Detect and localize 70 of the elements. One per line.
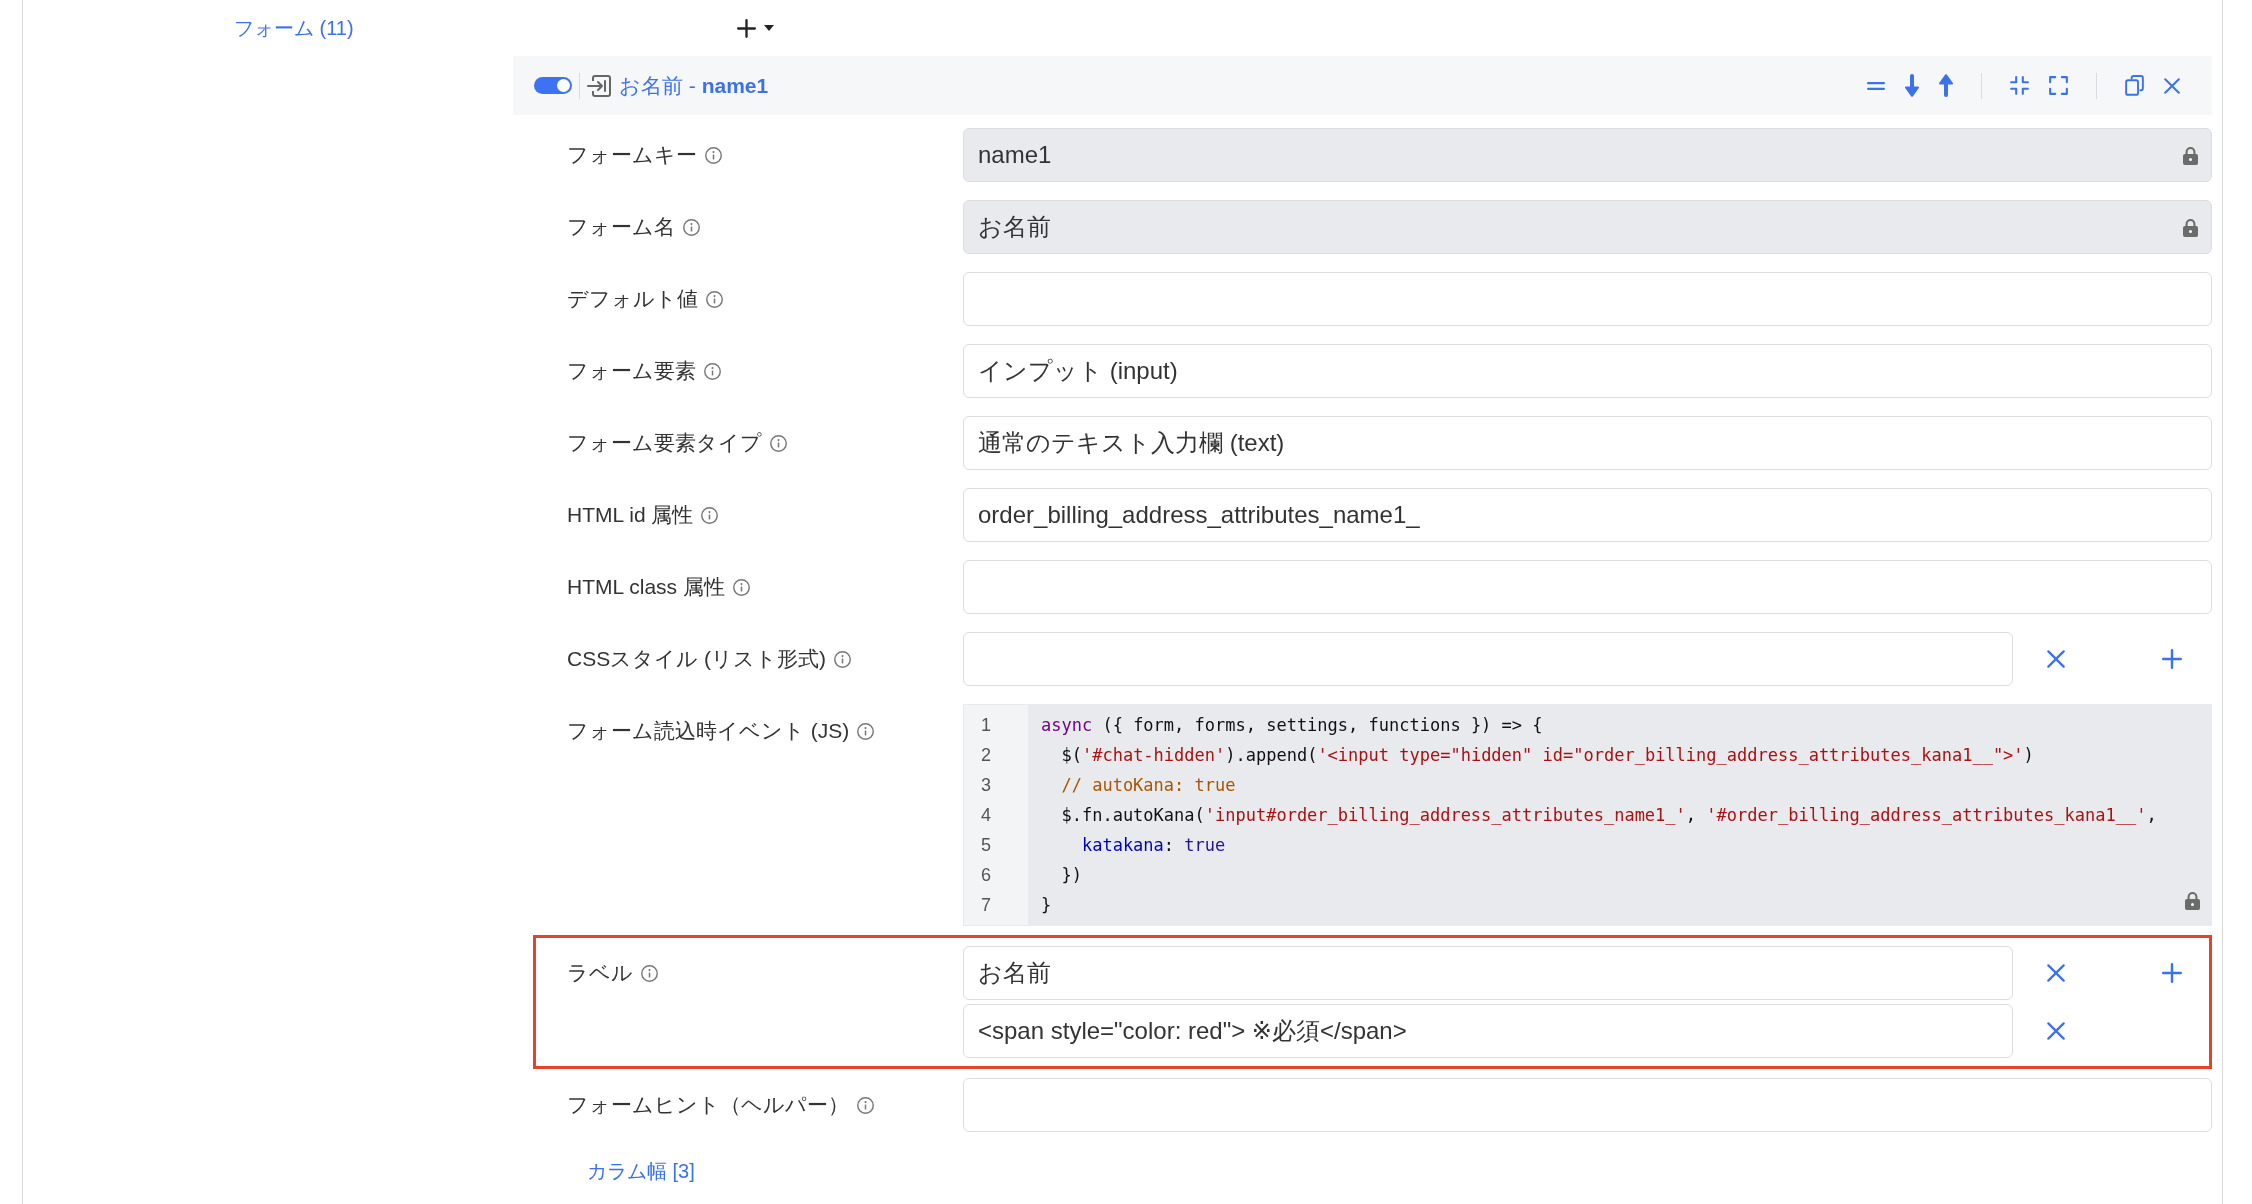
info-icon[interactable] (641, 964, 658, 982)
line-number: 5 (981, 834, 992, 857)
code-line: $.fn.autoKana('input#order_billing_address_attributes_name1_', '#order_billing_address_attributes_kana1__', (1060, 804, 2158, 827)
code-line: }) (1060, 864, 1083, 887)
plus-icon (737, 18, 756, 38)
field-label: ラベル (567, 960, 633, 986)
code-line: katakana: true (1080, 834, 1227, 857)
info-icon[interactable] (834, 650, 851, 668)
line-number: 4 (981, 804, 992, 827)
input-field[interactable]: 通常のテキスト入力欄 (text) (963, 416, 2212, 470)
input-field[interactable]: order_billing_address_attributes_name1_ (963, 488, 2212, 542)
code-line: $('#chat-hidden').append('<input type="hidden" id="order_billing_address_attributes_kana1__">') (1060, 744, 2035, 767)
info-icon[interactable] (770, 434, 787, 452)
line-number: 3 (981, 774, 992, 797)
info-icon[interactable] (706, 290, 723, 308)
cross-icon[interactable] (2047, 964, 2065, 982)
input-field[interactable] (963, 272, 2212, 326)
info-icon[interactable] (857, 722, 875, 740)
equal-icon[interactable] (1867, 81, 1885, 90)
forms-link[interactable]: フォーム (11) (234, 14, 354, 42)
collapse-icon[interactable] (2010, 76, 2029, 95)
info-icon[interactable] (705, 146, 722, 164)
field-label: CSSスタイル (リスト形式) (567, 646, 826, 672)
line-number: 6 (981, 864, 992, 887)
column-width-link[interactable]: カラム幅 [3] (587, 1160, 695, 1182)
code-line: async ({ form, forms, settings, functions }) => { (1041, 714, 1544, 737)
input-field[interactable]: <span style="color: red"> ※必須</span> (963, 1004, 2013, 1058)
field-label: フォームキー (567, 142, 697, 168)
input-field[interactable] (963, 560, 2212, 614)
input-field[interactable]: インプット (input) (963, 344, 2212, 398)
expand-icon[interactable] (2049, 76, 2068, 95)
info-icon[interactable] (704, 362, 721, 380)
lock-icon (2185, 891, 2200, 910)
line-number: 7 (981, 894, 992, 917)
arrow-up-icon[interactable] (1939, 74, 1953, 97)
input-field[interactable]: お名前 (963, 946, 2013, 1000)
caret-icon (764, 25, 774, 31)
code-editor[interactable] (963, 704, 2212, 926)
copy-icon[interactable] (2125, 75, 2144, 96)
toggle-switch[interactable] (534, 77, 572, 94)
cross-icon[interactable] (2047, 1022, 2065, 1040)
plus-icon[interactable] (2162, 963, 2182, 983)
form-title: お名前 - name1 (619, 72, 769, 99)
line-number: 2 (981, 744, 992, 767)
field-label: フォーム要素 (567, 358, 696, 384)
close-icon[interactable] (2164, 77, 2180, 94)
info-icon[interactable] (683, 218, 700, 236)
code-line: // autoKana: true (1060, 774, 1237, 797)
input-field[interactable] (963, 1078, 2212, 1132)
field-label: フォーム読込時イベント (JS) (567, 718, 850, 744)
lock-icon (2183, 145, 2198, 165)
field-label: フォーム名 (567, 214, 675, 240)
field-label: HTML id 属性 (567, 502, 694, 528)
info-icon[interactable] (732, 578, 750, 596)
plus-icon[interactable] (2162, 649, 2182, 669)
lock-icon (2183, 217, 2198, 237)
cross-icon[interactable] (2047, 650, 2065, 668)
field-label: HTML class 属性 (567, 574, 725, 600)
line-number: 1 (981, 714, 992, 737)
field-label: フォーム要素タイプ (567, 430, 762, 456)
input-field[interactable]: お名前 (963, 200, 2212, 254)
input-field[interactable]: name1 (963, 128, 2212, 182)
info-icon[interactable] (857, 1096, 874, 1114)
field-label: フォームヒント（ヘルパー） (567, 1092, 849, 1118)
arrow-in-box-icon (587, 74, 611, 97)
code-line: } (1041, 894, 1053, 917)
field-label: デフォルト値 (567, 286, 698, 312)
arrow-down-icon[interactable] (1905, 74, 1919, 97)
input-field[interactable] (963, 632, 2013, 686)
info-icon[interactable] (701, 506, 719, 524)
